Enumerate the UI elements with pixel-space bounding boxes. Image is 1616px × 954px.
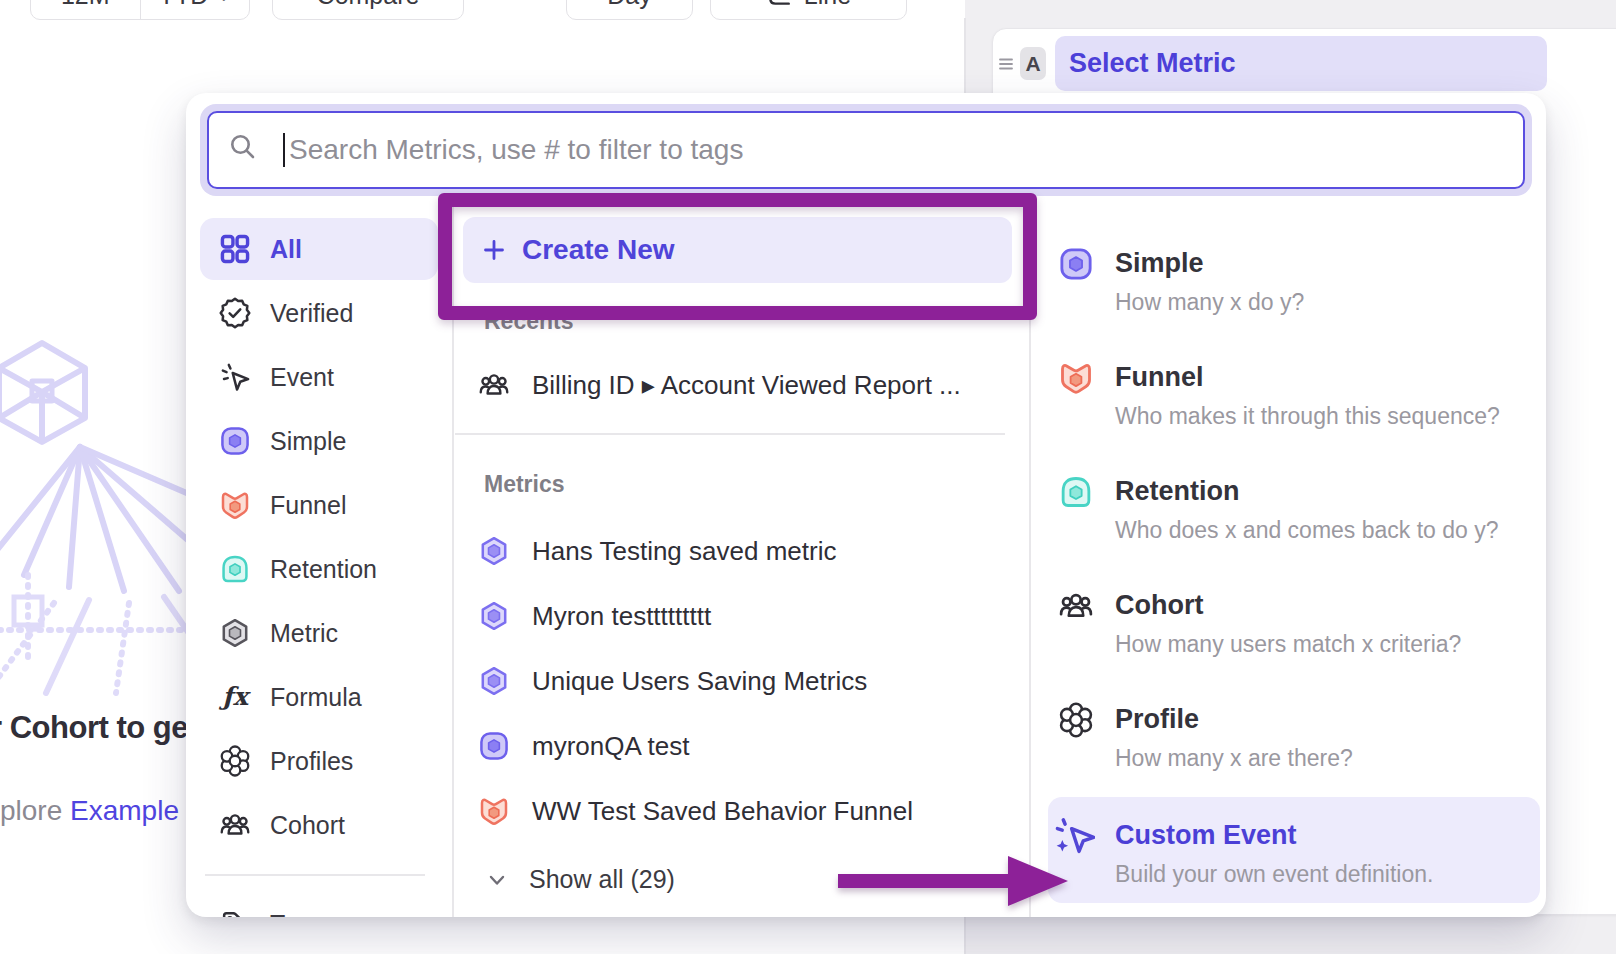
metric-list-item[interactable]: Myron testtttttttt (478, 600, 998, 632)
metric-hexagon-icon (219, 617, 251, 649)
range-12m-button[interactable]: 12M (31, 0, 140, 19)
sidebar-item-tags[interactable]: Tags (200, 893, 438, 917)
search-input[interactable] (289, 113, 1489, 187)
search-halo (200, 104, 1532, 196)
cohort-people-icon (219, 809, 251, 841)
sidebar-item-profiles[interactable]: Profiles (200, 730, 438, 792)
metric-list-item[interactable]: Unique Users Saving Metrics (478, 665, 998, 697)
sidebar-item-metric[interactable]: Metric (200, 602, 438, 664)
date-range-control: 12M YTD⌄ (30, 0, 250, 20)
metric-hexagon-icon (478, 665, 510, 697)
retention-arch-icon (219, 553, 251, 585)
range-ytd-button[interactable]: YTD⌄ (140, 0, 250, 19)
simple-squircle-icon (478, 730, 510, 762)
line-chart-icon (766, 0, 792, 8)
compare-button[interactable]: Compare (272, 0, 464, 20)
recent-item[interactable]: Billing ID ▸ Account Viewed Report ... (478, 369, 998, 401)
drag-handle-icon[interactable] (999, 58, 1013, 70)
metric-list-item[interactable]: Hans Testing saved metric (478, 535, 998, 567)
sidebar-item-cohort[interactable]: Cohort (200, 794, 438, 856)
annotation-arrow (834, 850, 1074, 912)
grid-icon (219, 233, 251, 265)
clause-letter-badge: A (1020, 47, 1046, 80)
search-field[interactable] (207, 111, 1525, 189)
page: 12M YTD⌄ Compare Day Line (0, 0, 1616, 954)
cohort-people-icon (478, 369, 510, 401)
metric-list-item[interactable]: myronQA test (478, 730, 998, 762)
simple-squircle-icon (219, 425, 251, 457)
metric-hexagon-icon (478, 600, 510, 632)
simple-squircle-icon (1058, 246, 1094, 282)
tag-icon (219, 908, 251, 917)
profiles-flower-icon (219, 745, 251, 777)
verified-seal-icon (219, 297, 251, 329)
empty-state-heading: r Cohort to ge (0, 710, 188, 746)
middle-divider (455, 433, 1005, 435)
annotation-rectangle (438, 193, 1037, 320)
metric-list-item[interactable]: WW Test Saved Behavior Funnel (478, 795, 998, 827)
sidebar-section-divider (205, 874, 425, 876)
granularity-day-button[interactable]: Day (566, 0, 693, 20)
metrics-label: Metrics (484, 471, 565, 498)
metric-hexagon-icon (478, 535, 510, 567)
funnel-icon (478, 795, 510, 827)
sidebar-item-funnel[interactable]: Funnel (200, 474, 438, 536)
select-metric-field[interactable]: Select Metric (1055, 36, 1547, 91)
funnel-icon (219, 489, 251, 521)
cohort-people-icon (1058, 588, 1094, 624)
chevron-down-icon (486, 869, 508, 891)
search-icon (228, 132, 258, 162)
sidebar-item-event[interactable]: Event (200, 346, 438, 408)
chevron-down-icon: ⌄ (216, 0, 231, 6)
sidebar-item-retention[interactable]: Retention (200, 538, 438, 600)
show-all-button[interactable]: Show all (29) (486, 865, 675, 894)
sidebar-item-verified[interactable]: Verified (200, 282, 438, 344)
text-cursor (283, 133, 285, 167)
event-cursor-icon (219, 361, 251, 393)
formula-fx-icon: ƒx (219, 681, 251, 713)
custom-event-icon (1055, 816, 1095, 856)
profiles-flower-icon (1058, 702, 1094, 738)
chart-type-line-button[interactable]: Line (710, 0, 907, 20)
sidebar-item-all[interactable]: All (200, 218, 438, 280)
retention-arch-icon (1058, 474, 1094, 510)
funnel-icon (1058, 360, 1094, 396)
sidebar-item-simple[interactable]: Simple (200, 410, 438, 472)
sidebar-item-formula[interactable]: ƒx Formula (200, 666, 438, 728)
